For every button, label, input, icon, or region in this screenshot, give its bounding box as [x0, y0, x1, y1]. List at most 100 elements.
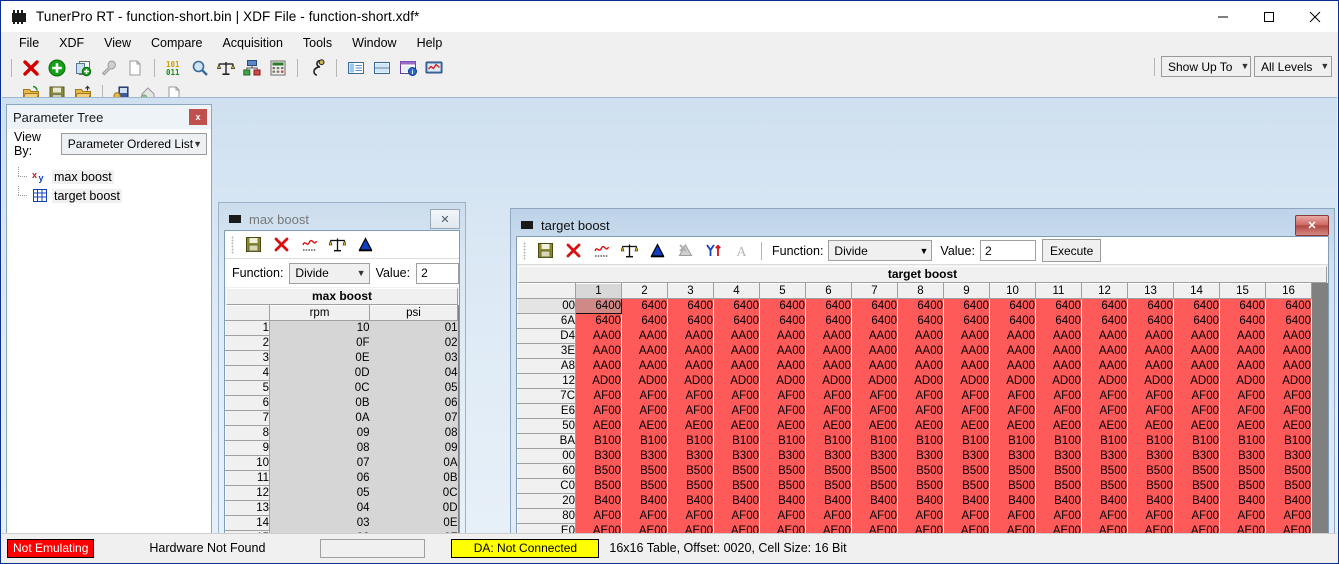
table-cell[interactable]: B500	[1266, 479, 1312, 494]
table-cell[interactable]: B400	[852, 494, 898, 509]
table-row[interactable]: 6A64006400640064006400640064006400640064…	[518, 314, 1312, 329]
table-cell[interactable]: B400	[668, 494, 714, 509]
table-cell[interactable]: AF00	[576, 404, 622, 419]
table-cell[interactable]: B500	[1128, 479, 1174, 494]
scales-compare-icon[interactable]	[615, 240, 643, 262]
save-floppy-icon[interactable]	[239, 234, 267, 256]
table-cell[interactable]: AE00	[1128, 524, 1174, 534]
table-row[interactable]: 20B400B400B400B400B400B400B400B400B400B4…	[518, 494, 1312, 509]
row-header[interactable]: D4	[518, 329, 576, 344]
table-cell[interactable]: B100	[806, 434, 852, 449]
table-cell[interactable]: B300	[714, 449, 760, 464]
table-cell[interactable]: B100	[1128, 434, 1174, 449]
row-header[interactable]: 3E	[518, 344, 576, 359]
table-row[interactable]: 80AF00AF00AF00AF00AF00AF00AF00AF00AF00AF…	[518, 509, 1312, 524]
table-cell[interactable]: AF00	[1220, 404, 1266, 419]
column-header[interactable]: 14	[1174, 284, 1220, 299]
table-cell[interactable]: AF00	[1082, 389, 1128, 404]
table-cell[interactable]: B500	[576, 479, 622, 494]
table-cell[interactable]: AA00	[622, 329, 668, 344]
table-cell[interactable]: AF00	[1220, 509, 1266, 524]
column-header[interactable]: 15	[1220, 284, 1266, 299]
panel-left-icon[interactable]	[343, 56, 369, 80]
column-header[interactable]: 2	[622, 284, 668, 299]
delta-icon[interactable]	[351, 234, 379, 256]
cell-psi[interactable]: 07	[370, 411, 458, 426]
table-cell[interactable]: AA00	[1266, 329, 1312, 344]
table-row[interactable]: C0B500B500B500B500B500B500B500B500B500B5…	[518, 479, 1312, 494]
table-cell[interactable]: AA00	[760, 344, 806, 359]
column-header[interactable]: 8	[898, 284, 944, 299]
row-header[interactable]: 12	[518, 374, 576, 389]
table-row[interactable]: 12AD00AD00AD00AD00AD00AD00AD00AD00AD00AD…	[518, 374, 1312, 389]
table-cell[interactable]: AE00	[806, 524, 852, 534]
table-row[interactable]: 11060B	[226, 471, 458, 486]
table-row[interactable]: 20F02	[226, 336, 458, 351]
column-header[interactable]: 16	[1266, 284, 1312, 299]
table-cell[interactable]: AA00	[806, 329, 852, 344]
table-cell[interactable]: B500	[714, 479, 760, 494]
value-input[interactable]: 2	[416, 263, 459, 284]
table-cell[interactable]: AA00	[668, 344, 714, 359]
column-header[interactable]: 9	[944, 284, 990, 299]
table-cell[interactable]: B400	[1082, 494, 1128, 509]
table-cell[interactable]: B500	[898, 479, 944, 494]
table-cell[interactable]: B300	[576, 449, 622, 464]
table-row[interactable]: E0AE00AE00AE00AE00AE00AE00AE00AE00AE00AE…	[518, 524, 1312, 534]
table-cell[interactable]: B400	[622, 494, 668, 509]
table-cell[interactable]: AD00	[1220, 374, 1266, 389]
toolbar-grip[interactable]	[523, 242, 526, 260]
table-cell[interactable]: B300	[1266, 449, 1312, 464]
flowchart-icon[interactable]	[239, 56, 265, 80]
cell-psi[interactable]: 01	[370, 321, 458, 336]
table-cell[interactable]: 6400	[944, 314, 990, 329]
table-cell[interactable]: 6400	[1220, 314, 1266, 329]
table-row[interactable]: 14030E	[226, 516, 458, 531]
table-cell[interactable]: 6400	[1128, 314, 1174, 329]
table-cell[interactable]: AA00	[714, 344, 760, 359]
table-cell[interactable]: AA00	[668, 329, 714, 344]
table-cell[interactable]: B400	[1174, 494, 1220, 509]
table-cell[interactable]: AF00	[1174, 509, 1220, 524]
table-cell[interactable]: AD00	[576, 374, 622, 389]
table-row[interactable]: 3EAA00AA00AA00AA00AA00AA00AA00AA00AA00AA…	[518, 344, 1312, 359]
table-cell[interactable]: 6400	[1082, 314, 1128, 329]
table-cell[interactable]: B500	[1174, 479, 1220, 494]
menu-tools[interactable]: Tools	[293, 33, 342, 53]
table-cell[interactable]: AA00	[990, 329, 1036, 344]
cell-psi[interactable]: 08	[370, 426, 458, 441]
cell-psi[interactable]: 0B	[370, 471, 458, 486]
table-cell[interactable]: AA00	[1036, 329, 1082, 344]
table-cell[interactable]: B400	[944, 494, 990, 509]
table-cell[interactable]: B500	[1174, 464, 1220, 479]
table-cell[interactable]: 6400	[944, 299, 990, 314]
row-header[interactable]: A8	[518, 359, 576, 374]
row-header[interactable]: 7C	[518, 389, 576, 404]
row-header[interactable]: 80	[518, 509, 576, 524]
table-cell[interactable]: AD00	[1036, 374, 1082, 389]
tree-item-max-boost[interactable]: x y max boost	[15, 167, 209, 186]
table-cell[interactable]: B500	[622, 479, 668, 494]
table-cell[interactable]: B300	[1174, 449, 1220, 464]
table-row[interactable]: 00B300B300B300B300B300B300B300B300B300B3…	[518, 449, 1312, 464]
table-cell[interactable]: 6400	[1266, 314, 1312, 329]
table-cell[interactable]: AA00	[1220, 344, 1266, 359]
table-cell[interactable]: B100	[622, 434, 668, 449]
table-cell[interactable]: B400	[1220, 494, 1266, 509]
close-x-icon[interactable]	[18, 56, 44, 80]
table-cell[interactable]: AD00	[898, 374, 944, 389]
table-cell[interactable]: AF00	[944, 404, 990, 419]
row-header[interactable]: 11	[226, 471, 270, 486]
table-cell[interactable]: AF00	[1220, 389, 1266, 404]
column-header[interactable]: 5	[760, 284, 806, 299]
table-cell[interactable]: AF00	[898, 389, 944, 404]
row-header[interactable]: 10	[226, 456, 270, 471]
table-cell[interactable]: B100	[1266, 434, 1312, 449]
table-row[interactable]: D4AA00AA00AA00AA00AA00AA00AA00AA00AA00AA…	[518, 329, 1312, 344]
execute-button[interactable]: Execute	[1042, 239, 1101, 262]
table-cell[interactable]: AA00	[576, 329, 622, 344]
panel-info-icon[interactable]: i	[395, 56, 421, 80]
table-cell[interactable]: AE00	[668, 524, 714, 534]
table-cell[interactable]: AF00	[852, 404, 898, 419]
menu-window[interactable]: Window	[342, 33, 406, 53]
